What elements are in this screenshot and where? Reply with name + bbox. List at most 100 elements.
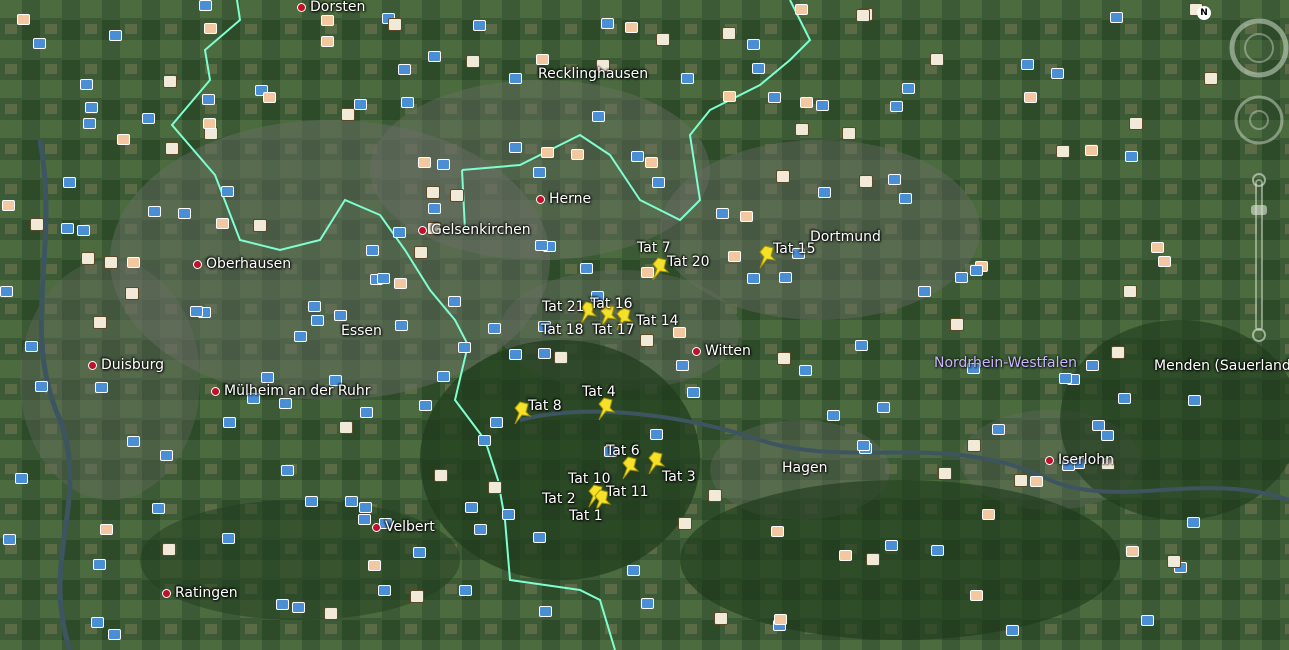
photo-icon[interactable] (1051, 68, 1064, 79)
photo-icon[interactable] (279, 398, 292, 409)
photo-icon[interactable] (538, 348, 551, 359)
placemark-label[interactable]: Tat 8 (528, 398, 562, 414)
photo-icon[interactable] (1110, 12, 1123, 23)
museum-icon[interactable] (93, 316, 107, 329)
photo-icon[interactable] (955, 272, 968, 283)
photo-icon[interactable] (345, 496, 358, 507)
museum-icon[interactable] (434, 469, 448, 482)
museum-icon[interactable] (678, 517, 692, 530)
photo-icon[interactable] (368, 560, 381, 571)
photo-icon[interactable] (190, 306, 203, 317)
photo-icon[interactable] (1086, 360, 1099, 371)
photo-icon[interactable] (641, 598, 654, 609)
photo-icon[interactable] (378, 585, 391, 596)
photo-icon[interactable] (366, 245, 379, 256)
photo-icon[interactable] (676, 360, 689, 371)
museum-icon[interactable] (341, 108, 355, 121)
museum-icon[interactable] (930, 53, 944, 66)
museum-icon[interactable] (410, 590, 424, 603)
photo-icon[interactable] (1141, 615, 1154, 626)
photo-icon[interactable] (393, 227, 406, 238)
satellite-map[interactable]: Dorsten Recklinghausen Herne Gelsenkirch… (0, 0, 1289, 650)
photo-icon[interactable] (221, 186, 234, 197)
photo-icon[interactable] (2, 200, 15, 211)
photo-icon[interactable] (95, 382, 108, 393)
photo-icon[interactable] (1126, 546, 1139, 557)
photo-icon[interactable] (419, 400, 432, 411)
photo-icon[interactable] (401, 97, 414, 108)
photo-icon[interactable] (202, 94, 215, 105)
photo-icon[interactable] (223, 417, 236, 428)
photo-icon[interactable] (1188, 395, 1201, 406)
museum-icon[interactable] (856, 9, 870, 22)
photo-icon[interactable] (281, 465, 294, 476)
photo-icon[interactable] (771, 526, 784, 537)
photo-icon[interactable] (395, 320, 408, 331)
city-label-witten[interactable]: Witten (692, 343, 751, 359)
photo-icon[interactable] (311, 315, 324, 326)
photo-icon[interactable] (0, 286, 13, 297)
photo-icon[interactable] (795, 4, 808, 15)
photo-icon[interactable] (728, 251, 741, 262)
museum-icon[interactable] (125, 287, 139, 300)
photo-icon[interactable] (918, 286, 931, 297)
photo-icon[interactable] (148, 206, 161, 217)
placemark-label[interactable]: Tat 21 (542, 299, 585, 315)
photo-icon[interactable] (992, 424, 1005, 435)
photo-icon[interactable] (359, 502, 372, 513)
placemark-label[interactable]: Tat 15 (773, 241, 816, 257)
photo-icon[interactable] (1006, 625, 1019, 636)
photo-icon[interactable] (85, 102, 98, 113)
photo-icon[interactable] (428, 203, 441, 214)
placemark-label[interactable]: Tat 17 (592, 322, 635, 338)
museum-icon[interactable] (795, 123, 809, 136)
city-label-recklinghausen[interactable]: Recklinghausen (538, 66, 648, 82)
photo-icon[interactable] (263, 92, 276, 103)
photo-icon[interactable] (93, 559, 106, 570)
photo-icon[interactable] (535, 240, 548, 251)
city-label-dortmund[interactable]: Dortmund (810, 229, 881, 245)
museum-icon[interactable] (488, 481, 502, 494)
photo-icon[interactable] (108, 629, 121, 640)
museum-icon[interactable] (466, 55, 480, 68)
placemark-label[interactable]: Tat 10 (568, 471, 611, 487)
photo-icon[interactable] (35, 381, 48, 392)
photo-icon[interactable] (321, 15, 334, 26)
museum-icon[interactable] (1014, 474, 1028, 487)
museum-icon[interactable] (165, 142, 179, 155)
photo-icon[interactable] (631, 151, 644, 162)
photo-icon[interactable] (478, 435, 491, 446)
photo-icon[interactable] (294, 331, 307, 342)
placemark-label[interactable]: Tat 16 (590, 296, 633, 312)
museum-icon[interactable] (714, 612, 728, 625)
photo-icon[interactable] (877, 402, 890, 413)
museum-icon[interactable] (81, 252, 95, 265)
photo-icon[interactable] (33, 38, 46, 49)
photo-icon[interactable] (100, 524, 113, 535)
photo-icon[interactable] (827, 410, 840, 421)
photo-icon[interactable] (571, 149, 584, 160)
photo-icon[interactable] (536, 54, 549, 65)
photo-icon[interactable] (1021, 59, 1034, 70)
museum-icon[interactable] (866, 553, 880, 566)
photo-icon[interactable] (377, 273, 390, 284)
placemark-label[interactable]: Tat 20 (667, 254, 710, 270)
museum-icon[interactable] (1167, 555, 1181, 568)
placemark-label[interactable]: Tat 7 (637, 240, 671, 256)
photo-icon[interactable] (465, 502, 478, 513)
museum-icon[interactable] (163, 75, 177, 88)
city-label-menden[interactable]: Menden (Sauerland) (1154, 358, 1289, 374)
museum-icon[interactable] (414, 246, 428, 259)
photo-icon[interactable] (261, 372, 274, 383)
museum-icon[interactable] (640, 334, 654, 347)
museum-icon[interactable] (1129, 117, 1143, 130)
city-label-hagen[interactable]: Hagen (782, 460, 827, 476)
navigation-controls[interactable]: N (1197, 0, 1289, 360)
photo-icon[interactable] (127, 436, 140, 447)
placemark-label[interactable]: Tat 3 (662, 469, 696, 485)
photo-icon[interactable] (779, 272, 792, 283)
photo-icon[interactable] (15, 473, 28, 484)
city-label-dorsten[interactable]: Dorsten (297, 0, 365, 15)
photo-icon[interactable] (747, 273, 760, 284)
photo-icon[interactable] (83, 118, 96, 129)
